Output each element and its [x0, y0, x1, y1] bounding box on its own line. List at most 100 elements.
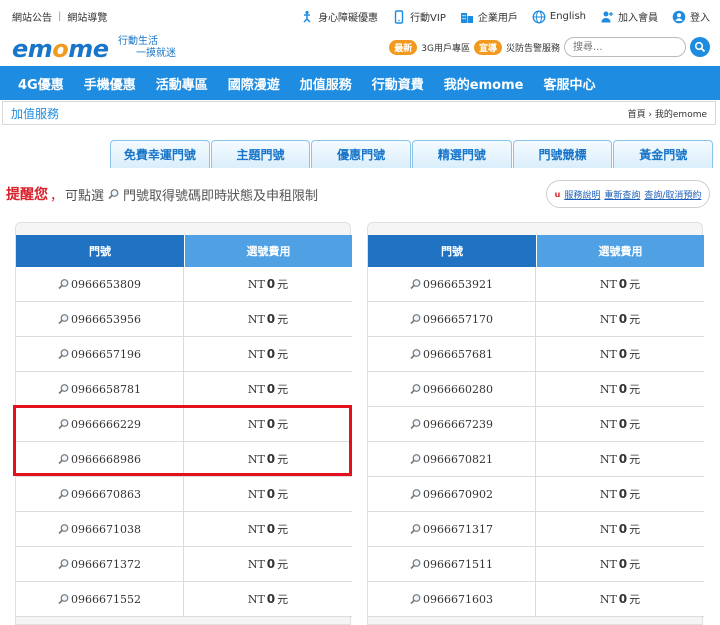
number-cell[interactable]: 0966671511 — [368, 547, 536, 581]
magnifier-icon[interactable] — [58, 453, 70, 465]
phone-number[interactable]: 0966670902 — [423, 488, 493, 501]
mobile-vip-link[interactable]: 行動VIP — [392, 9, 446, 24]
fee-cell: NT 0 元 — [536, 582, 704, 616]
disaster-alert-link[interactable]: 災防告警服務 — [506, 41, 560, 54]
magnifier-icon[interactable] — [410, 278, 422, 290]
tab-discount-number[interactable]: 優惠門號 — [311, 140, 412, 168]
nav-mobile-rates[interactable]: 行動資費 — [372, 74, 424, 93]
number-cell[interactable]: 0966657196 — [16, 337, 184, 371]
magnifier-icon[interactable] — [58, 593, 70, 605]
site-map-link[interactable]: 網站導覽 — [67, 9, 107, 24]
number-cell[interactable]: 0966671317 — [368, 512, 536, 546]
magnifier-icon[interactable] — [410, 313, 422, 325]
accessibility-link[interactable]: 身心障礙優惠 — [300, 9, 378, 24]
phone-number[interactable]: 0966657170 — [423, 313, 493, 326]
magnifier-icon[interactable] — [58, 418, 70, 430]
3g-zone-link[interactable]: 3G用戶專區 — [421, 41, 470, 54]
nav-4g-offers[interactable]: 4G優惠 — [18, 74, 64, 93]
magnifier-icon[interactable] — [58, 383, 70, 395]
number-cell[interactable]: 0966657170 — [368, 302, 536, 336]
fee-prefix: NT — [247, 487, 265, 501]
magnifier-icon[interactable] — [58, 558, 70, 570]
query-cancel-reservation-link[interactable]: 查詢/取消預約 — [644, 188, 701, 201]
phone-number[interactable]: 0966653956 — [71, 313, 141, 326]
phone-number[interactable]: 0966658781 — [71, 383, 141, 396]
phone-number[interactable]: 0966653809 — [71, 278, 141, 291]
fee-value: 0 — [266, 277, 276, 291]
number-cell[interactable]: 0966660280 — [368, 372, 536, 406]
number-cell[interactable]: 0966653921 — [368, 267, 536, 301]
number-cell[interactable]: 0966657681 — [368, 337, 536, 371]
fee-cell: NT 0 元 — [184, 302, 352, 336]
tab-number-auction[interactable]: 門號競標 — [512, 140, 613, 168]
phone-number[interactable]: 0966671552 — [71, 593, 141, 606]
magnifier-icon[interactable] — [410, 558, 422, 570]
phone-number[interactable]: 0966666229 — [71, 418, 141, 431]
nav-customer-service[interactable]: 客服中心 — [543, 74, 595, 93]
tab-free-lucky-number[interactable]: 免費幸運門號 — [110, 140, 210, 168]
nav-my-emome[interactable]: 我的emome — [444, 74, 524, 93]
number-cell[interactable]: 0966671038 — [16, 512, 184, 546]
nav-phone-offers[interactable]: 手機優惠 — [84, 74, 136, 93]
magnifier-icon[interactable] — [410, 348, 422, 360]
phone-number[interactable]: 0966667239 — [423, 418, 493, 431]
number-cell[interactable]: 0966671372 — [16, 547, 184, 581]
number-cell[interactable]: 0966671552 — [16, 582, 184, 616]
number-cell[interactable]: 0966658781 — [16, 372, 184, 406]
tab-theme-number[interactable]: 主題門號 — [210, 140, 311, 168]
service-info-link[interactable]: 服務說明 — [564, 188, 600, 201]
phone-number[interactable]: 0966670863 — [71, 488, 141, 501]
english-link[interactable]: English — [532, 10, 586, 24]
phone-number[interactable]: 0966668986 — [71, 453, 141, 466]
join-member-link[interactable]: 加入會員 — [600, 9, 658, 24]
magnifier-icon[interactable] — [410, 453, 422, 465]
breadcrumb[interactable]: 首頁 › 我的emome — [628, 107, 707, 120]
magnifier-icon[interactable] — [58, 523, 70, 535]
magnifier-icon[interactable] — [58, 313, 70, 325]
phone-number[interactable]: 0966657196 — [71, 348, 141, 361]
table-row: 0966671038 NT 0 元 — [16, 512, 352, 547]
magnifier-icon[interactable] — [410, 523, 422, 535]
phone-number[interactable]: 0966671038 — [71, 523, 141, 536]
number-cell[interactable]: 0966668986 — [16, 442, 184, 476]
login-link[interactable]: 登入 — [672, 9, 710, 24]
magnifier-icon[interactable] — [58, 348, 70, 360]
number-cell[interactable]: 0966653956 — [16, 302, 184, 336]
phone-number[interactable]: 0966671511 — [423, 558, 493, 571]
magnifier-icon[interactable] — [410, 593, 422, 605]
magnifier-icon[interactable] — [410, 418, 422, 430]
number-cell[interactable]: 0966671603 — [368, 582, 536, 616]
magnifier-icon[interactable] — [410, 488, 422, 500]
emome-logo[interactable]: emome — [12, 36, 114, 62]
tab-selected-number[interactable]: 精選門號 — [412, 140, 512, 168]
enterprise-link[interactable]: 企業用戶 — [460, 9, 518, 24]
requery-link[interactable]: 重新查詢 — [604, 188, 640, 201]
magnifier-icon[interactable] — [58, 278, 70, 290]
section-header: 加值服務 首頁 › 我的emome — [2, 101, 716, 125]
table-row: 0966657196 NT 0 元 — [16, 337, 352, 372]
section-title: 加值服務 — [11, 106, 60, 121]
phone-number[interactable]: 0966671317 — [423, 523, 493, 536]
site-announcement-link[interactable]: 網站公告 — [12, 9, 52, 24]
magnifier-icon[interactable] — [410, 383, 422, 395]
search-input[interactable] — [564, 37, 686, 57]
phone-number[interactable]: 0966670821 — [423, 453, 493, 466]
tab-gold-number[interactable]: 黃金門號 — [613, 140, 714, 168]
search-button[interactable] — [690, 37, 710, 57]
nav-events[interactable]: 活動專區 — [156, 74, 208, 93]
number-cell[interactable]: 0966670863 — [16, 477, 184, 511]
nav-value-added[interactable]: 加值服務 — [300, 74, 352, 93]
nav-roaming[interactable]: 國際漫遊 — [228, 74, 280, 93]
number-cell[interactable]: 0966667239 — [368, 407, 536, 441]
phone-number[interactable]: 0966653921 — [423, 278, 493, 291]
number-cell[interactable]: 0966666229 — [16, 407, 184, 441]
phone-number[interactable]: 0966660280 — [423, 383, 493, 396]
number-cell[interactable]: 0966670821 — [368, 442, 536, 476]
number-cell[interactable]: 0966653809 — [16, 267, 184, 301]
phone-number[interactable]: 0966671603 — [423, 593, 493, 606]
phone-number[interactable]: 0966657681 — [423, 348, 493, 361]
phone-number[interactable]: 0966671372 — [71, 558, 141, 571]
fee-cell: NT 0 元 — [184, 477, 352, 511]
number-cell[interactable]: 0966670902 — [368, 477, 536, 511]
magnifier-icon[interactable] — [58, 488, 70, 500]
